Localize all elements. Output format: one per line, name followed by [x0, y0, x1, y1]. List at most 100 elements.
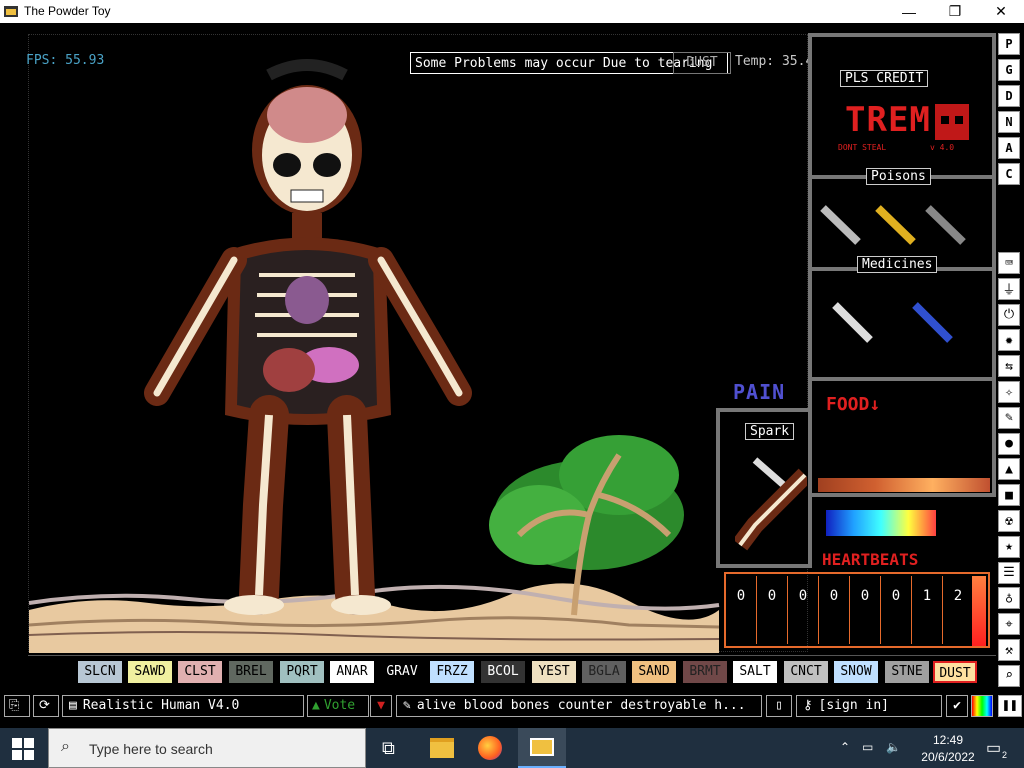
element-button-sawd[interactable]: SAWD: [128, 661, 172, 683]
notifications-icon[interactable]: ▭: [986, 738, 1001, 758]
medicines-sign[interactable]: Medicines: [857, 256, 938, 273]
category-button-g[interactable]: G: [998, 59, 1020, 81]
drop-icon[interactable]: ●: [998, 432, 1020, 455]
sparkle-icon[interactable]: ✧: [998, 381, 1020, 403]
counter-digit: 0: [819, 576, 850, 644]
human-figure: [144, 59, 472, 615]
element-button-clst[interactable]: CLST: [178, 661, 222, 683]
bulb-icon[interactable]: ♁: [998, 587, 1020, 610]
plug-icon[interactable]: ⏚: [998, 277, 1020, 300]
clock-date[interactable]: 20/6/2022: [914, 750, 982, 764]
element-button-brel[interactable]: BREL: [229, 661, 273, 683]
counter-digit: 0: [757, 576, 788, 644]
counter-digit: 0: [726, 576, 757, 644]
windows-start-icon[interactable]: [12, 738, 34, 760]
open-save-button[interactable]: ⎘: [4, 695, 30, 717]
bomb-icon[interactable]: ✹: [998, 329, 1020, 352]
save-name-field[interactable]: ▤ Realistic Human V4.0: [62, 695, 304, 717]
settings-button[interactable]: ✔: [946, 695, 968, 717]
search-icon[interactable]: ⌕: [998, 664, 1020, 687]
tag-icon: ✎: [403, 698, 411, 713]
logo-subtext: DONT STEAL: [838, 143, 887, 152]
heartbeats-label: HEARTBEATS: [822, 550, 919, 569]
poisons-sign[interactable]: Poisons: [866, 168, 931, 185]
simulation-scene: [28, 59, 720, 653]
counter-level-bar: [972, 576, 986, 646]
element-button-grav[interactable]: GRAV: [380, 661, 424, 683]
credit-sign[interactable]: PLS CREDIT: [840, 70, 929, 87]
trem-logo: TREM: [845, 100, 931, 140]
pause-button[interactable]: ❚❚: [998, 695, 1022, 717]
element-button-snow[interactable]: SNOW: [834, 661, 878, 683]
element-button-salt[interactable]: SALT: [733, 661, 777, 683]
fps-counter: FPS: 55.93: [26, 53, 105, 68]
element-button-cnct[interactable]: CNCT: [784, 661, 828, 683]
flask-icon[interactable]: ▲: [998, 458, 1020, 481]
taskbar-search-box[interactable]: ⌕ Type here to search: [48, 728, 366, 768]
vote-down-button[interactable]: ▼: [370, 695, 392, 717]
element-button-stne[interactable]: STNE: [885, 661, 929, 683]
element-button-bgla[interactable]: BGLA: [582, 661, 626, 683]
sign-in-button[interactable]: ⚷ [sign in]: [796, 695, 942, 717]
pin-icon[interactable]: ⌖: [998, 613, 1020, 636]
vote-up-button[interactable]: ▲ Vote: [307, 695, 369, 717]
square-icon[interactable]: ■: [998, 484, 1020, 507]
window-title: The Powder Toy: [24, 4, 111, 18]
spark-sign[interactable]: Spark: [745, 423, 795, 440]
element-button-pqrt[interactable]: PQRT: [280, 661, 324, 683]
notification-count: 2: [1002, 750, 1008, 760]
element-button-sand[interactable]: SAND: [632, 661, 676, 683]
power-icon[interactable]: ⏻: [998, 303, 1020, 326]
element-button-frzz[interactable]: FRZZ: [430, 661, 474, 683]
clock-time[interactable]: 12:49: [928, 733, 968, 747]
category-button-n[interactable]: N: [998, 111, 1020, 133]
star-icon[interactable]: ★: [998, 535, 1020, 558]
reload-button[interactable]: ⟳: [33, 695, 59, 717]
arrows-icon[interactable]: ⇆: [998, 355, 1020, 378]
simulation-canvas[interactable]: [28, 34, 808, 653]
counter-digit: 0: [850, 576, 881, 644]
spark-syringe-arm-icon: [735, 457, 807, 551]
radiation-icon[interactable]: ☢: [998, 510, 1020, 532]
minimize-button[interactable]: —: [886, 0, 932, 23]
pain-label: PAIN: [733, 380, 786, 404]
network-icon[interactable]: ▭: [862, 740, 873, 754]
medicine-syringes-icon: [832, 302, 953, 343]
key-icon: ⚷: [803, 698, 813, 713]
save-icon: ▤: [69, 698, 77, 713]
element-button-anar[interactable]: ANAR: [330, 661, 374, 683]
category-button-c[interactable]: C: [998, 163, 1020, 185]
brush-icon[interactable]: ✎: [998, 406, 1020, 429]
show-hidden-icons-icon[interactable]: ⌃: [840, 740, 850, 754]
close-button[interactable]: ✕: [978, 0, 1024, 23]
hammer-icon[interactable]: ⚒: [998, 639, 1020, 661]
powder-toy-app-icon: [4, 6, 18, 17]
keyboard-icon[interactable]: ⌨: [998, 252, 1020, 274]
window-titlebar: The Powder Toy — ❐ ✕: [0, 0, 1024, 24]
element-button-bcol[interactable]: BCOL: [481, 661, 525, 683]
firefox-icon[interactable]: [478, 736, 502, 760]
element-button-dust[interactable]: DUST: [933, 661, 977, 683]
file-explorer-icon[interactable]: [430, 738, 454, 758]
element-button-brmt[interactable]: BRMT: [683, 661, 727, 683]
category-button-p[interactable]: P: [998, 33, 1020, 55]
logo-version: v 4.0: [930, 143, 955, 152]
counter-digit: 0: [881, 576, 912, 644]
element-button-slcn[interactable]: SLCN: [78, 661, 122, 683]
element-button-yest[interactable]: YEST: [532, 661, 576, 683]
volume-muted-icon[interactable]: 🔈: [886, 740, 901, 754]
powder-toy-taskbar-button[interactable]: [518, 728, 566, 768]
task-view-icon[interactable]: ⧉: [382, 738, 395, 759]
clear-button[interactable]: ▯: [766, 695, 792, 717]
category-button-a[interactable]: A: [998, 137, 1020, 159]
stack-icon[interactable]: ☰: [998, 561, 1020, 584]
hover-element-label: DUST: [673, 52, 731, 74]
tags-field[interactable]: ✎ alive blood bones counter destroyable h…: [396, 695, 762, 717]
food-bar: [818, 478, 990, 492]
thumbs-down-icon: ▼: [377, 698, 385, 713]
renderer-button[interactable]: [971, 695, 993, 717]
maximize-button[interactable]: ❐: [932, 0, 978, 23]
category-button-d[interactable]: D: [998, 85, 1020, 107]
food-label: FOOD↓: [826, 394, 881, 415]
robot-logo-icon: [935, 104, 969, 140]
